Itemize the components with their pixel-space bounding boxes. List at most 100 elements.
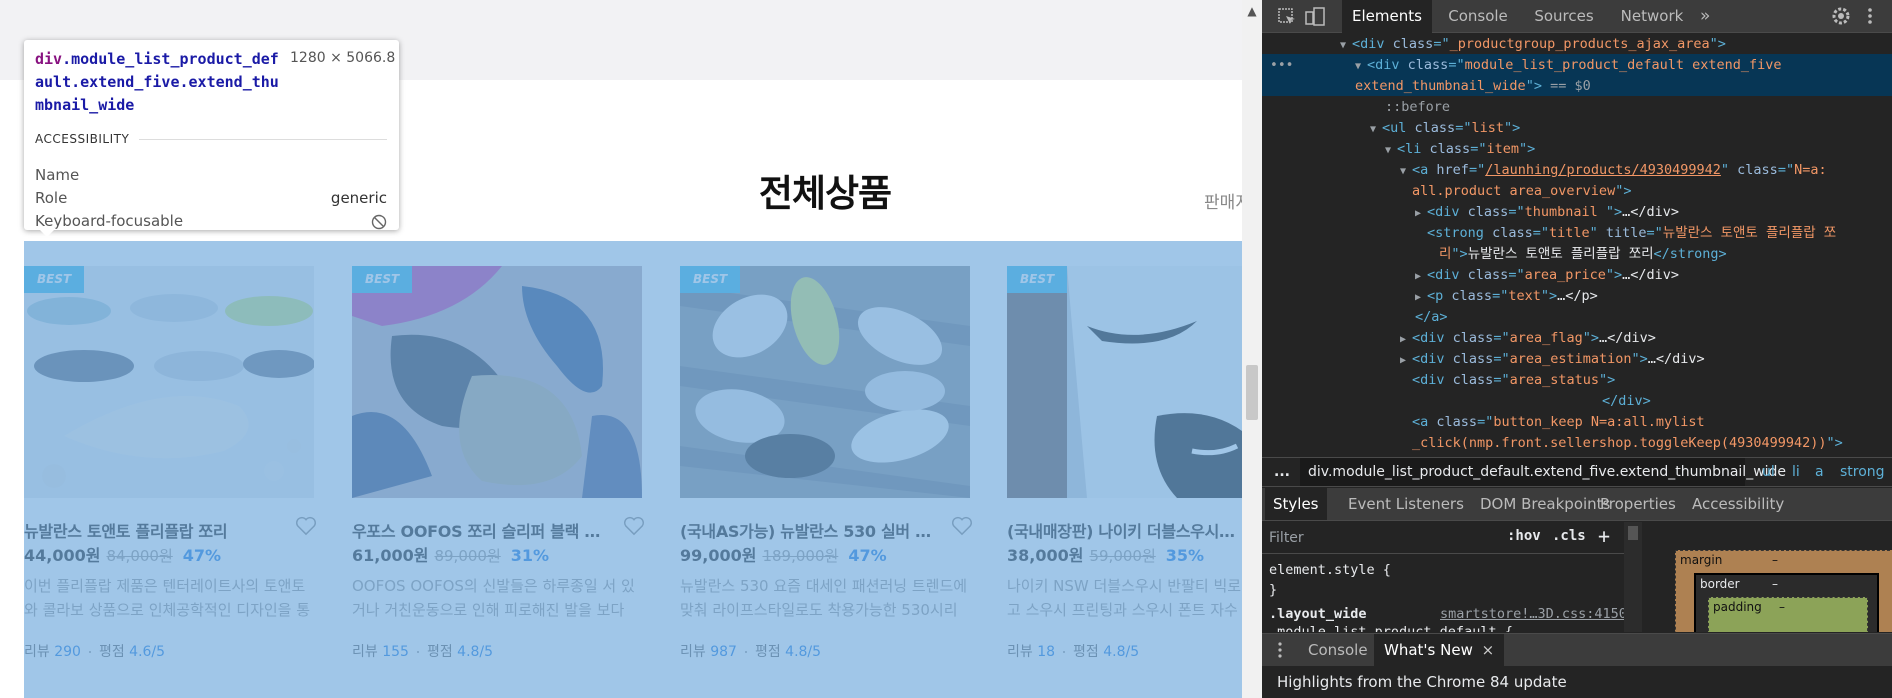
- dom-node[interactable]: ▶ <div class="area_price">…</div>: [1415, 265, 1679, 286]
- breadcrumb-item[interactable]: a: [1815, 458, 1824, 486]
- filter-bar: :hov .cls +: [1262, 522, 1624, 554]
- product-title[interactable]: (국내매장판) 나이키 더블스우시 반팔: [1007, 518, 1237, 542]
- dom-node[interactable]: ▼ <ul class="list">: [1370, 118, 1520, 139]
- breadcrumb-item[interactable]: ul: [1762, 458, 1775, 486]
- review-count: 18: [1037, 644, 1056, 660]
- breadcrumb-overflow[interactable]: ...: [1274, 458, 1290, 486]
- dom-node[interactable]: <div class="area_status">: [1412, 370, 1615, 391]
- heart-icon[interactable]: [951, 516, 973, 536]
- rule-selector[interactable]: .layout_wide: [1269, 606, 1367, 622]
- page-scrollbar-thumb[interactable]: [1246, 365, 1258, 420]
- product-thumbnail[interactable]: BEST: [680, 266, 970, 498]
- original-price: 189,000원: [762, 547, 839, 565]
- scroll-up-arrow-icon[interactable]: ▲: [1242, 0, 1262, 22]
- box-model-padding[interactable]: padding –: [1708, 597, 1868, 632]
- dom-node-selected[interactable]: ▼ <div class="module_list_product_default…: [1355, 55, 1782, 76]
- box-model-pane: margin – border – padding –: [1645, 522, 1892, 632]
- separator-dot: [416, 651, 419, 653]
- close-icon[interactable]: ×: [1482, 641, 1495, 659]
- dom-close-tag[interactable]: </a>: [1415, 307, 1448, 328]
- tooltip-accessibility-header: ACCESSIBILITY: [35, 132, 387, 146]
- tab-dom-breakpoints[interactable]: DOM Breakpoints: [1480, 488, 1610, 520]
- original-price: 89,000원: [434, 547, 501, 565]
- element-style-rule[interactable]: element.style {: [1269, 562, 1391, 578]
- dom-node[interactable]: ▼ <li class="item">: [1385, 139, 1535, 160]
- tab-accessibility[interactable]: Accessibility: [1692, 488, 1784, 520]
- heart-icon[interactable]: [295, 516, 317, 536]
- dom-node[interactable]: ▶ <div class="area_flag">…</div>: [1400, 328, 1656, 349]
- device-toolbar-icon[interactable]: [1304, 6, 1326, 28]
- dom-node-selected-cont[interactable]: extend_thumbnail_wide"> == $0: [1355, 76, 1591, 97]
- filter-input[interactable]: [1269, 528, 1489, 548]
- best-badge: BEST: [24, 266, 84, 293]
- review-summary: 리뷰 18 평점 4.8/5: [1007, 641, 1139, 661]
- heart-icon[interactable]: [623, 516, 645, 536]
- tab-console[interactable]: Console: [1438, 0, 1518, 33]
- box-model-margin[interactable]: margin – border – padding –: [1675, 550, 1892, 632]
- node-actions-icon[interactable]: •••: [1270, 58, 1293, 73]
- review-label: 리뷰: [24, 644, 50, 660]
- discount-rate: 31%: [510, 546, 550, 565]
- product-title[interactable]: 뉴발란스 토앤토 플리플랍 쪼리: [24, 518, 286, 542]
- rating-label: 평점: [1073, 644, 1099, 660]
- dom-node-cont[interactable]: 리">뉴발란스 토앤토 플리플랍 쪼리</strong>: [1439, 244, 1727, 265]
- inspect-element-icon[interactable]: [1276, 6, 1298, 28]
- product-thumbnail[interactable]: BEST: [352, 266, 642, 498]
- original-price: 84,000원: [106, 547, 173, 565]
- tab-sources[interactable]: Sources: [1524, 0, 1604, 33]
- dom-node[interactable]: ▼ <div class="_productgroup_products_ajax…: [1340, 34, 1726, 55]
- dom-node[interactable]: <strong class="title" title="뉴발란스 토앤토 플리…: [1427, 223, 1836, 244]
- gear-icon[interactable]: [1830, 5, 1852, 27]
- whats-new-content: Highlights from the Chrome 84 update: [1262, 666, 1892, 698]
- drawer-menu-icon[interactable]: [1276, 640, 1284, 660]
- sale-price: 44,000원: [24, 546, 101, 565]
- breadcrumb-item[interactable]: li: [1792, 458, 1800, 486]
- box-model-border[interactable]: border – padding –: [1694, 573, 1879, 632]
- dom-close-tag[interactable]: </div>: [1602, 391, 1651, 412]
- rule-selector[interactable]: .module_list_product_default {: [1269, 624, 1513, 632]
- product-thumbnail[interactable]: BEST: [24, 266, 314, 498]
- margin-label: margin: [1680, 553, 1723, 567]
- dom-node[interactable]: ▶ <div class="thumbnail ">…</div>: [1415, 202, 1679, 223]
- tab-styles[interactable]: Styles: [1265, 488, 1327, 520]
- dom-node[interactable]: ▶ <div class="area_estimation">…</div>: [1400, 349, 1705, 370]
- product-title[interactable]: 우포스 OOFOS 쪼리 슬리퍼 블랙 네이비: [352, 518, 614, 542]
- dom-node[interactable]: ▼ <a href="/launhing/products/4930499942"…: [1400, 160, 1827, 181]
- review-summary: 리뷰 987 평점 4.8/5: [680, 641, 821, 661]
- product-title[interactable]: (국내AS가능) 뉴발란스 530 실버 화이트: [680, 518, 942, 542]
- class-toggle[interactable]: .cls: [1552, 528, 1586, 544]
- kebab-menu-icon[interactable]: [1862, 5, 1878, 27]
- tooltip-selector: div.module_list_product_default.extend_f…: [35, 48, 285, 117]
- rating-value: 4.8/5: [785, 644, 822, 660]
- tab-elements[interactable]: Elements: [1342, 0, 1432, 33]
- review-count: 155: [382, 644, 409, 660]
- tab-properties[interactable]: Properties: [1600, 488, 1676, 520]
- breadcrumb-item[interactable]: strong: [1840, 458, 1885, 486]
- tab-network[interactable]: Network: [1612, 0, 1692, 33]
- tab-event-listeners[interactable]: Event Listeners: [1348, 488, 1464, 520]
- devtools-toolbar: Elements Console Sources Network »: [1262, 0, 1892, 33]
- dom-node[interactable]: <a class="button_keep N=a:all.mylist: [1412, 412, 1705, 433]
- styles-scrollbar-thumb[interactable]: [1628, 526, 1638, 540]
- page-scrollbar[interactable]: [1242, 0, 1262, 698]
- dom-node-cont[interactable]: all.product area_overview">: [1412, 181, 1631, 202]
- sale-price: 99,000원: [680, 546, 757, 565]
- hover-state-toggle[interactable]: :hov: [1507, 528, 1541, 544]
- rule-source-link[interactable]: smartstore!…3D.css:4150: [1440, 606, 1627, 622]
- more-tabs-chevron-icon[interactable]: »: [1700, 0, 1710, 33]
- dom-node[interactable]: ▶ <p class="text">…</p>: [1415, 286, 1598, 307]
- product-thumbnail[interactable]: BEST: [1007, 266, 1242, 498]
- sneaker-product-image: [680, 266, 970, 498]
- new-rule-plus-icon[interactable]: +: [1598, 524, 1610, 548]
- separator-dot: [1063, 651, 1066, 653]
- drawer-tab-console[interactable]: Console: [1308, 634, 1368, 666]
- inspect-tooltip: div.module_list_product_default.extend_f…: [24, 40, 399, 230]
- tooltip-size: 1280 × 5066.8: [290, 50, 396, 66]
- drawer-tab-whats-new[interactable]: What's New ×: [1374, 634, 1505, 666]
- dom-node-cont[interactable]: _click(nmp.front.sellershop.toggleKeep(4…: [1412, 433, 1843, 454]
- review-count: 290: [54, 644, 81, 660]
- breadcrumb-current[interactable]: div.module_list_product_default.extend_f…: [1300, 458, 1786, 486]
- original-price: 59,000원: [1089, 547, 1156, 565]
- dom-pseudo[interactable]: ::before: [1385, 97, 1450, 118]
- drawer-tab-label: What's New: [1384, 641, 1473, 659]
